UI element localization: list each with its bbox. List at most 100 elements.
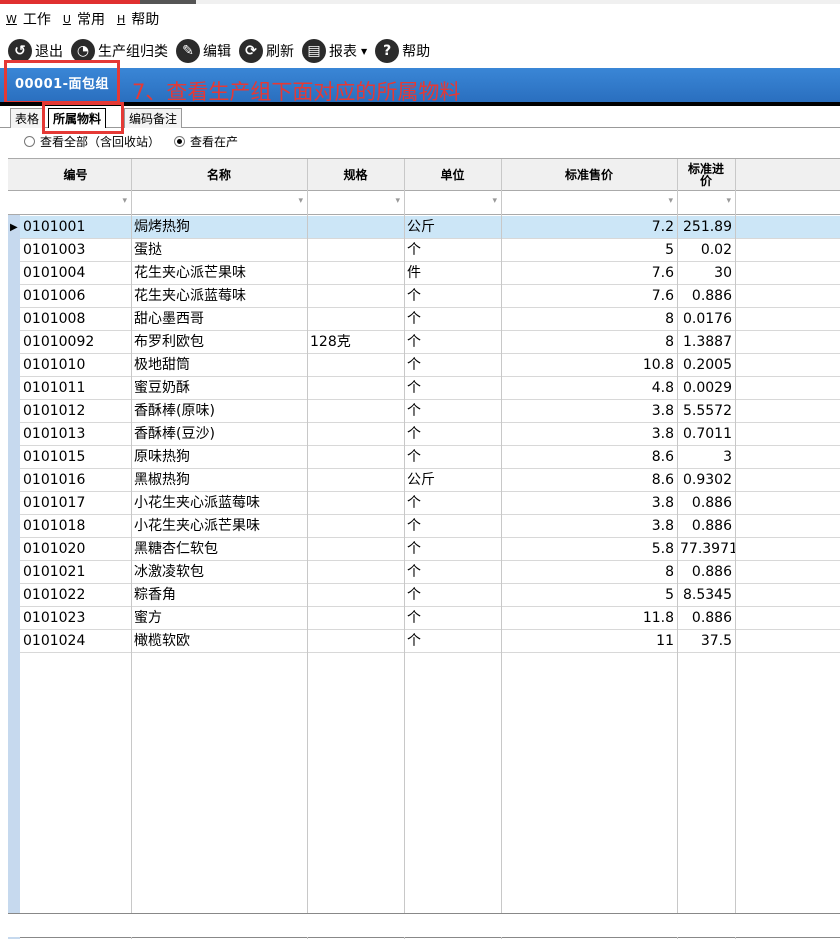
refresh-button[interactable]: ⟳ 刷新: [239, 39, 294, 63]
cell-name[interactable]: 蜜方: [131, 607, 307, 630]
cell-code[interactable]: 0101023: [20, 607, 131, 630]
cell-std-price[interactable]: 7.6: [501, 262, 677, 285]
radio-view-all[interactable]: 查看全部（含回收站）: [24, 133, 160, 150]
cell-unit[interactable]: 个: [404, 423, 501, 446]
cell-std-cost[interactable]: 0.2005: [677, 354, 735, 377]
cell-std-price[interactable]: 4.8: [501, 377, 677, 400]
cell-std-price[interactable]: 8: [501, 308, 677, 331]
radio-view-all-dot[interactable]: [24, 135, 35, 147]
table-row[interactable]: 0101006 花生夹心派蓝莓味 个 7.6 0.886: [20, 285, 840, 308]
cell-std-cost[interactable]: 0.7011: [677, 423, 735, 446]
cell-std-cost[interactable]: 0.886: [677, 285, 735, 308]
edit-button[interactable]: ✎ 编辑: [176, 39, 231, 63]
cell-name[interactable]: 黑椒热狗: [131, 469, 307, 492]
cell-name[interactable]: 极地甜筒: [131, 354, 307, 377]
cell-unit[interactable]: 个: [404, 584, 501, 607]
cell-std-cost[interactable]: 251.89: [677, 216, 735, 239]
cell-unit[interactable]: 公斤: [404, 469, 501, 492]
column-header-code[interactable]: 编号: [20, 159, 131, 191]
cell-code[interactable]: 01010092: [20, 331, 131, 354]
cell-unit[interactable]: 个: [404, 331, 501, 354]
table-row[interactable]: 0101020 黑糖杏仁软包 个 5.8 77.3971: [20, 538, 840, 561]
cell-unit[interactable]: 公斤: [404, 216, 501, 239]
cell-std-cost[interactable]: 77.3971: [677, 538, 735, 561]
cell-spec[interactable]: [307, 446, 404, 469]
cell-spec[interactable]: [307, 584, 404, 607]
cell-code[interactable]: 0101018: [20, 515, 131, 538]
cell-code[interactable]: 0101020: [20, 538, 131, 561]
cell-std-cost[interactable]: 5.5572: [677, 400, 735, 423]
cell-spec[interactable]: [307, 262, 404, 285]
cell-spec[interactable]: [307, 515, 404, 538]
table-row[interactable]: 0101021 冰激凌软包 个 8 0.886: [20, 561, 840, 584]
cell-name[interactable]: 原味热狗: [131, 446, 307, 469]
cell-spec[interactable]: [307, 492, 404, 515]
filter-code[interactable]: [20, 191, 131, 215]
cell-name[interactable]: 粽香角: [131, 584, 307, 607]
table-row[interactable]: 0101001 焗烤热狗 公斤 7.2 251.89: [20, 216, 840, 239]
cell-name[interactable]: 甜心墨西哥: [131, 308, 307, 331]
cell-spec[interactable]: [307, 377, 404, 400]
cell-code[interactable]: 0101013: [20, 423, 131, 446]
cell-std-price[interactable]: 5.8: [501, 538, 677, 561]
table-row[interactable]: 0101013 香酥棒(豆沙) 个 3.8 0.7011: [20, 423, 840, 446]
cell-std-cost[interactable]: 0.9302: [677, 469, 735, 492]
cell-std-price[interactable]: 5: [501, 584, 677, 607]
cell-std-price[interactable]: 7.6: [501, 285, 677, 308]
column-header-std-price[interactable]: 标准售价: [501, 159, 677, 191]
cell-spec[interactable]: [307, 216, 404, 239]
column-header-name[interactable]: 名称: [131, 159, 307, 191]
cell-std-cost[interactable]: 30: [677, 262, 735, 285]
cell-spec[interactable]: [307, 354, 404, 377]
cell-unit[interactable]: 个: [404, 354, 501, 377]
chevron-down-icon[interactable]: ▼: [361, 47, 367, 56]
cell-std-price[interactable]: 8.6: [501, 446, 677, 469]
menu-work[interactable]: W 工作: [6, 9, 51, 29]
cell-std-cost[interactable]: 0.0029: [677, 377, 735, 400]
cell-spec[interactable]: [307, 630, 404, 653]
cell-unit[interactable]: 个: [404, 446, 501, 469]
cell-std-price[interactable]: 11.8: [501, 607, 677, 630]
cell-unit[interactable]: 个: [404, 308, 501, 331]
table-row[interactable]: 0101016 黑椒热狗 公斤 8.6 0.9302: [20, 469, 840, 492]
cell-spec[interactable]: 128克: [307, 331, 404, 354]
table-row[interactable]: 0101018 小花生夹心派芒果味 个 3.8 0.886: [20, 515, 840, 538]
cell-std-cost[interactable]: 0.886: [677, 561, 735, 584]
cell-code[interactable]: 0101017: [20, 492, 131, 515]
cell-std-cost[interactable]: 37.5: [677, 630, 735, 653]
table-row[interactable]: 0101003 蛋挞 个 5 0.02: [20, 239, 840, 262]
cell-name[interactable]: 冰激凌软包: [131, 561, 307, 584]
cell-std-price[interactable]: 8: [501, 331, 677, 354]
cell-unit[interactable]: 个: [404, 607, 501, 630]
cell-code[interactable]: 0101021: [20, 561, 131, 584]
column-header-unit[interactable]: 单位: [404, 159, 501, 191]
cell-spec[interactable]: [307, 561, 404, 584]
cell-spec[interactable]: [307, 285, 404, 308]
cell-std-price[interactable]: 3.8: [501, 423, 677, 446]
cell-name[interactable]: 小花生夹心派芒果味: [131, 515, 307, 538]
menu-help[interactable]: H 帮助: [117, 9, 159, 29]
cell-spec[interactable]: [307, 538, 404, 561]
cell-std-price[interactable]: 8: [501, 561, 677, 584]
cell-name[interactable]: 黑糖杏仁软包: [131, 538, 307, 561]
cell-name[interactable]: 香酥棒(原味): [131, 400, 307, 423]
column-header-std-cost[interactable]: 标准进价: [677, 159, 735, 191]
table-row[interactable]: 0101004 花生夹心派芒果味 件 7.6 30: [20, 262, 840, 285]
cell-name[interactable]: 花生夹心派芒果味: [131, 262, 307, 285]
table-row[interactable]: 0101010 极地甜筒 个 10.8 0.2005: [20, 354, 840, 377]
cell-name[interactable]: 橄榄软欧: [131, 630, 307, 653]
cell-std-cost[interactable]: 0.886: [677, 515, 735, 538]
table-row[interactable]: 0101008 甜心墨西哥 个 8 0.0176: [20, 308, 840, 331]
table-row[interactable]: 01010092 布罗利欧包 128克个 8 1.3887: [20, 331, 840, 354]
cell-code[interactable]: 0101006: [20, 285, 131, 308]
table-row[interactable]: 0101022 粽香角 个 5 8.5345: [20, 584, 840, 607]
cell-code[interactable]: 0101015: [20, 446, 131, 469]
filter-std-cost[interactable]: [677, 191, 735, 215]
filter-spec[interactable]: [307, 191, 404, 215]
cell-spec[interactable]: [307, 239, 404, 262]
cell-std-cost[interactable]: 0.02: [677, 239, 735, 262]
cell-unit[interactable]: 个: [404, 400, 501, 423]
cell-unit[interactable]: 个: [404, 492, 501, 515]
cell-unit[interactable]: 个: [404, 239, 501, 262]
cell-spec[interactable]: [307, 400, 404, 423]
